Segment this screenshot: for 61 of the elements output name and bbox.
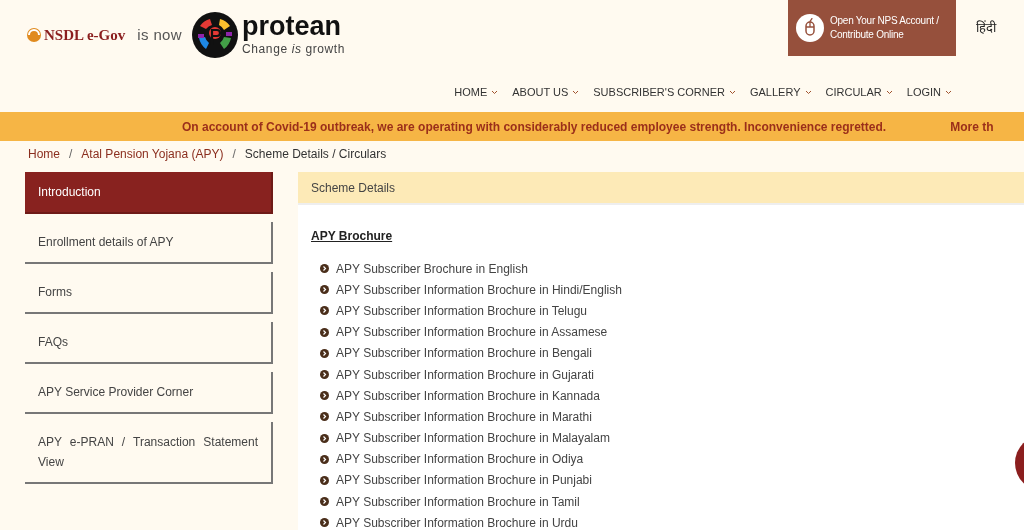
brochure-link[interactable]: APY Subscriber Information Brochure in Telugu — [336, 301, 588, 320]
bullet-icon — [320, 264, 329, 274]
brochure-link[interactable]: APY Subscriber Information Brochure in Bengali — [336, 344, 592, 363]
sidebar-item[interactable]: APY e-PRAN / Transaction Statement View — [25, 422, 273, 484]
panel-title: Scheme Details — [311, 179, 396, 197]
chevron-down-icon — [885, 89, 893, 95]
bullet-icon — [320, 370, 329, 380]
sidebar-item[interactable]: Enrollment details of APY — [25, 222, 273, 264]
sidebar-item[interactable]: APY Service Provider Corner — [25, 372, 273, 414]
brochure-link[interactable]: APY Subscriber Information Brochure in Urdu — [336, 513, 578, 530]
nav-link[interactable]: HOME — [454, 84, 499, 101]
breadcrumb-separator: / — [69, 145, 73, 163]
brochure-link[interactable]: APY Subscriber Information Brochure in Assamese — [336, 323, 608, 342]
globe-logo-icon — [192, 12, 239, 58]
brochure-link[interactable]: APY Subscriber Brochure in English — [336, 259, 528, 278]
brochure-link[interactable]: APY Subscriber Information Brochure in Odiya — [336, 450, 584, 469]
bullet-icon — [320, 391, 329, 401]
open-account-button[interactable]: Open Your NPS Account / Contribute Online — [788, 0, 956, 56]
notice-text: On account of Covid-19 outbreak, we are operating with considerably reduced employee strength. Inconvenience regretted. — [182, 118, 887, 136]
section-heading: APY Brochure — [311, 228, 394, 245]
bullet-icon — [320, 327, 329, 337]
bullet-icon — [320, 497, 329, 507]
connector-text: is now — [137, 24, 183, 45]
brochure-link[interactable]: APY Subscriber Information Brochure in Punjabi — [336, 471, 592, 490]
chevron-down-icon — [572, 89, 580, 95]
brochure-link[interactable]: APY Subscriber Information Brochure in Tamil — [336, 492, 580, 511]
nav-link[interactable]: LOGIN — [906, 84, 952, 101]
notice-text: More th — [950, 118, 994, 136]
breadcrumb-separator: / — [232, 145, 236, 163]
chevron-down-icon — [804, 89, 812, 95]
chevron-down-icon — [728, 89, 736, 95]
brochure-link[interactable]: APY Subscriber Information Brochure in Kannada — [336, 386, 600, 405]
bullet-icon — [320, 285, 329, 295]
nav-link[interactable]: GALLERY — [749, 84, 812, 101]
brochure-link[interactable]: APY Subscriber Information Brochure in Marathi — [336, 407, 592, 426]
brand-logo: protean — [242, 12, 343, 40]
brochure-link[interactable]: APY Subscriber Information Brochure in Malayalam — [336, 429, 610, 448]
nav-link[interactable]: CIRCULAR — [825, 84, 893, 101]
brochure-link[interactable]: APY Subscriber Information Brochure in Hindi/English — [336, 280, 622, 299]
chevron-down-icon — [945, 89, 952, 95]
bullet-icon — [320, 348, 329, 358]
mouse-icon — [796, 14, 824, 42]
breadcrumb-link[interactable]: Atal Pension Yojana (APY) — [81, 144, 224, 163]
nav-link[interactable]: SUBSCRIBER'S CORNER — [593, 84, 736, 101]
sidebar-item[interactable]: FAQs — [25, 322, 273, 364]
chevron-down-icon — [491, 89, 499, 95]
sidebar-item[interactable]: Introduction — [25, 172, 273, 214]
bullet-icon — [320, 433, 329, 443]
nav-link[interactable]: ABOUT US — [512, 84, 580, 101]
swirl-logo-icon — [26, 27, 42, 43]
bullet-icon — [320, 454, 329, 464]
old-brand-logo: NSDL e-Gov — [44, 25, 126, 45]
language-link[interactable]: हिंदी — [976, 18, 996, 38]
bullet-icon — [320, 306, 329, 316]
breadcrumb-current: Scheme Details / Circulars — [244, 145, 387, 163]
tagline: Change is growth — [242, 41, 346, 58]
breadcrumb-link[interactable]: Home — [28, 144, 60, 163]
brochure-link[interactable]: APY Subscriber Information Brochure in Gujarati — [336, 365, 594, 384]
bullet-icon — [320, 475, 329, 485]
sidebar-item[interactable]: Forms — [25, 272, 273, 314]
bullet-icon — [320, 412, 329, 422]
